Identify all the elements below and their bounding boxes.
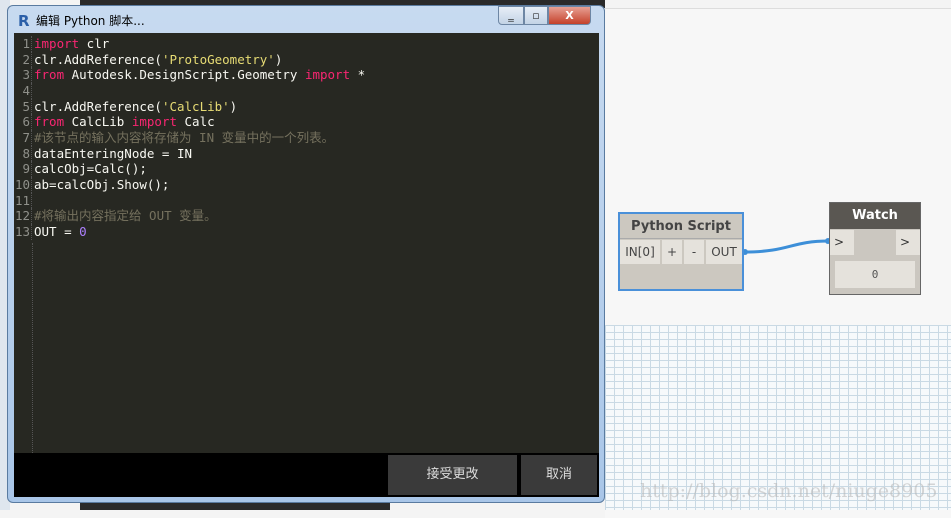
line-number: 8 bbox=[14, 145, 32, 162]
code-line: 12 #将输出内容指定给 OUT 变量。 bbox=[14, 208, 599, 224]
code-token: CalcLib bbox=[64, 114, 132, 130]
code-line: 13 OUT = 0 bbox=[14, 223, 599, 240]
line-number: 11 bbox=[14, 192, 32, 209]
code-token: from bbox=[34, 67, 65, 83]
line-number: 13 bbox=[14, 223, 32, 240]
watch-value: 0 bbox=[835, 261, 915, 288]
code-line: 10 ab=calcObj.Show(); bbox=[14, 176, 599, 193]
code-editor[interactable]: 1 import clr 2 clr.AddReference('ProtoGeome… bbox=[14, 33, 599, 453]
code-line: 7 #该节点的输入内容将存储为 IN 变量中的一个列表。 bbox=[14, 129, 599, 146]
code-line: 6 from CalcLib import Calc bbox=[14, 114, 599, 130]
line-number: 12 bbox=[14, 208, 32, 224]
revit-logo-icon: R bbox=[18, 12, 30, 30]
code-line: 8 dataEnteringNode = IN bbox=[14, 145, 599, 162]
code-token: #将输出内容指定给 OUT 变量。 bbox=[34, 208, 217, 224]
dialog-title: 编辑 Python 脚本... bbox=[36, 14, 145, 28]
python-script-node[interactable]: Python Script IN[0] + - OUT bbox=[618, 212, 744, 291]
code-token: calcObj=Calc(); bbox=[34, 161, 147, 177]
line-number: 6 bbox=[14, 114, 32, 130]
code-token: Autodesk.DesignScript.Geometry bbox=[64, 67, 305, 83]
code-token: ab=calcObj.Show(); bbox=[34, 176, 170, 192]
code-line: 2 clr.AddReference('ProtoGeometry') bbox=[14, 51, 599, 68]
line-number: 10 bbox=[14, 176, 32, 193]
line-number: 5 bbox=[14, 98, 32, 115]
output-port[interactable]: > bbox=[896, 230, 920, 255]
line-number: 3 bbox=[14, 67, 32, 83]
code-line: 4 bbox=[14, 82, 599, 99]
code-token: clr.AddReference( bbox=[34, 51, 162, 67]
line-number: 7 bbox=[14, 129, 32, 146]
code-token: 'CalcLib' bbox=[161, 98, 230, 114]
gutter bbox=[32, 243, 33, 453]
code-line: 11 bbox=[14, 192, 599, 209]
node-title: Python Script bbox=[620, 214, 742, 239]
python-editor-dialog: R 编辑 Python 脚本... ‗ ▫ X 1 import clr 2 clr.… bbox=[7, 5, 605, 503]
code-token: ) bbox=[274, 51, 283, 67]
code-token: 'ProtoGeometry' bbox=[161, 51, 275, 67]
minimize-button[interactable]: ‗ bbox=[498, 6, 524, 25]
code-token: ) bbox=[229, 98, 238, 114]
input-port[interactable]: > bbox=[830, 230, 854, 255]
code-line: 3 from Autodesk.DesignScript.Geometry imp… bbox=[14, 67, 599, 83]
code-line: 5 clr.AddReference('CalcLib') bbox=[14, 98, 599, 115]
code-token: import bbox=[34, 36, 80, 51]
code-token: clr bbox=[79, 36, 110, 51]
code-token: 0 bbox=[79, 223, 87, 239]
code-line: 9 calcObj=Calc(); bbox=[14, 161, 599, 177]
code-token: #该节点的输入内容将存储为 IN 变量中的一个列表。 bbox=[34, 129, 335, 145]
code-line: 1 import clr bbox=[14, 36, 599, 52]
remove-input-button[interactable]: - bbox=[684, 240, 704, 264]
code-token: Calc bbox=[177, 114, 215, 130]
code-token: clr.AddReference( bbox=[34, 98, 162, 114]
input-port[interactable]: IN[0] bbox=[620, 240, 660, 264]
dialog-footer: 接受更改 取消 bbox=[14, 453, 599, 497]
code-token: import bbox=[131, 114, 177, 130]
code-token: import bbox=[304, 67, 351, 83]
add-input-button[interactable]: + bbox=[662, 240, 682, 264]
line-number: 9 bbox=[14, 161, 32, 177]
close-button[interactable]: X bbox=[548, 6, 591, 25]
line-number: 4 bbox=[14, 82, 32, 99]
watch-node[interactable]: Watch > > 0 bbox=[829, 202, 921, 295]
code-token: * bbox=[350, 67, 366, 83]
code-token: dataEnteringNode = IN bbox=[34, 145, 193, 161]
output-port[interactable]: OUT bbox=[706, 240, 742, 264]
line-number: 1 bbox=[14, 36, 32, 52]
code-token: from bbox=[34, 114, 65, 130]
line-number: 2 bbox=[14, 51, 32, 68]
accept-changes-button[interactable]: 接受更改 bbox=[388, 455, 517, 495]
maximize-button[interactable]: ▫ bbox=[524, 6, 548, 25]
node-title: Watch bbox=[830, 203, 920, 229]
code-token: OUT = bbox=[34, 223, 80, 239]
cancel-button[interactable]: 取消 bbox=[521, 455, 597, 495]
